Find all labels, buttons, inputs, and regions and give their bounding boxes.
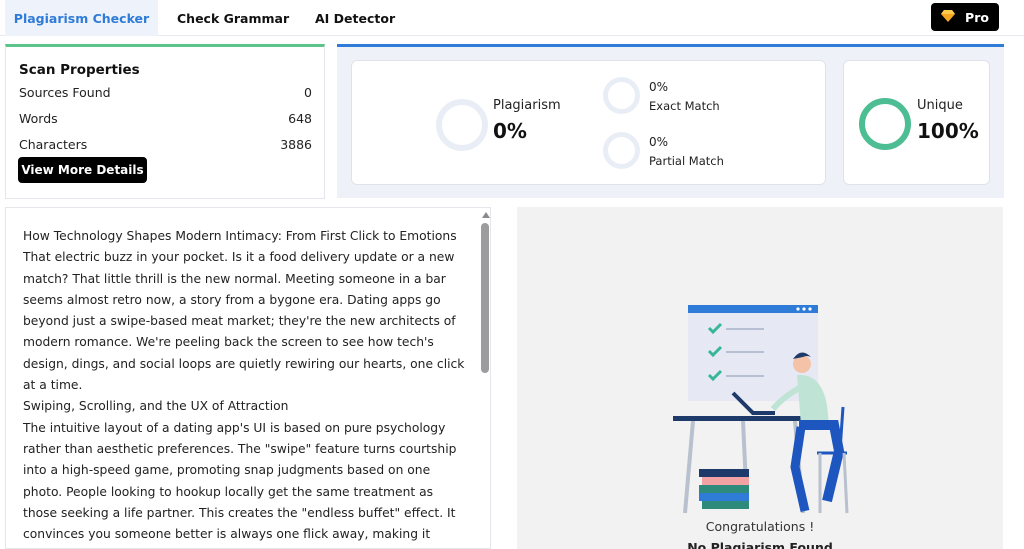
text-paragraph: Swiping, Scrolling, and the UX of Attrac… [23, 399, 289, 414]
diamond-icon [941, 9, 956, 25]
plagiarism-value: 0% [493, 119, 527, 143]
checklist-illustration-icon [673, 305, 849, 514]
partial-match-value: 0% [649, 135, 669, 149]
view-more-details-button[interactable]: View More Details [18, 157, 147, 183]
tab-plagiarism-checker[interactable]: Plagiarism Checker [5, 0, 158, 36]
plagiarism-label: Plagiarism [493, 98, 561, 113]
sources-found-label: Sources Found [19, 85, 111, 100]
sources-found-row: Sources Found 0 [19, 85, 312, 100]
text-paragraph: The intuitive layout of a dating app's U… [23, 420, 457, 542]
tab-ai-detector[interactable]: AI Detector [315, 0, 395, 36]
document-text[interactable]: How Technology Shapes Modern Intimacy: F… [23, 226, 468, 548]
pro-button[interactable]: Pro [931, 3, 999, 31]
exact-match-ring [603, 77, 640, 114]
exact-match-label: Exact Match [649, 99, 720, 113]
tab-check-grammar[interactable]: Check Grammar [177, 0, 289, 36]
exact-match-value: 0% [649, 80, 669, 94]
results-panel: Plagiarism 0% 0% Exact Match 0% Partial … [337, 44, 1004, 198]
sources-found-value: 0 [304, 85, 312, 100]
characters-label: Characters [19, 137, 88, 152]
plagiarism-card: Plagiarism 0% 0% Exact Match 0% Partial … [351, 60, 826, 185]
scroll-up-arrow-icon[interactable] [482, 212, 490, 218]
unique-card: Unique 100% [843, 60, 990, 185]
congratulations-text: Congratulations ! [705, 519, 815, 534]
text-paragraph: That electric buzz in your pocket. Is it… [23, 250, 465, 393]
words-row: Words 648 [19, 111, 312, 126]
result-illustration-panel: Congratulations ! No Plagiarism Found [517, 207, 1003, 549]
characters-row: Characters 3886 [19, 137, 312, 152]
no-plagiarism-text: No Plagiarism Found [687, 540, 833, 549]
text-paragraph: How Technology Shapes Modern Intimacy: F… [23, 229, 457, 243]
text-input-area[interactable]: How Technology Shapes Modern Intimacy: F… [5, 207, 491, 549]
plagiarism-ring [436, 99, 488, 151]
scan-properties-title: Scan Properties [19, 62, 140, 78]
scrollbar-thumb[interactable] [481, 223, 489, 373]
scrollbar[interactable] [480, 208, 490, 548]
top-tab-bar: Plagiarism Checker Check Grammar AI Dete… [0, 0, 1024, 36]
words-label: Words [19, 111, 58, 126]
unique-label: Unique [917, 98, 963, 113]
unique-value: 100% [917, 119, 979, 143]
pro-label: Pro [965, 9, 989, 25]
words-value: 648 [288, 111, 312, 126]
unique-ring [859, 98, 911, 150]
partial-match-label: Partial Match [649, 154, 724, 168]
scan-properties-panel: Scan Properties Sources Found 0 Words 64… [5, 44, 325, 199]
characters-value: 3886 [280, 137, 312, 152]
partial-match-ring [603, 132, 640, 169]
